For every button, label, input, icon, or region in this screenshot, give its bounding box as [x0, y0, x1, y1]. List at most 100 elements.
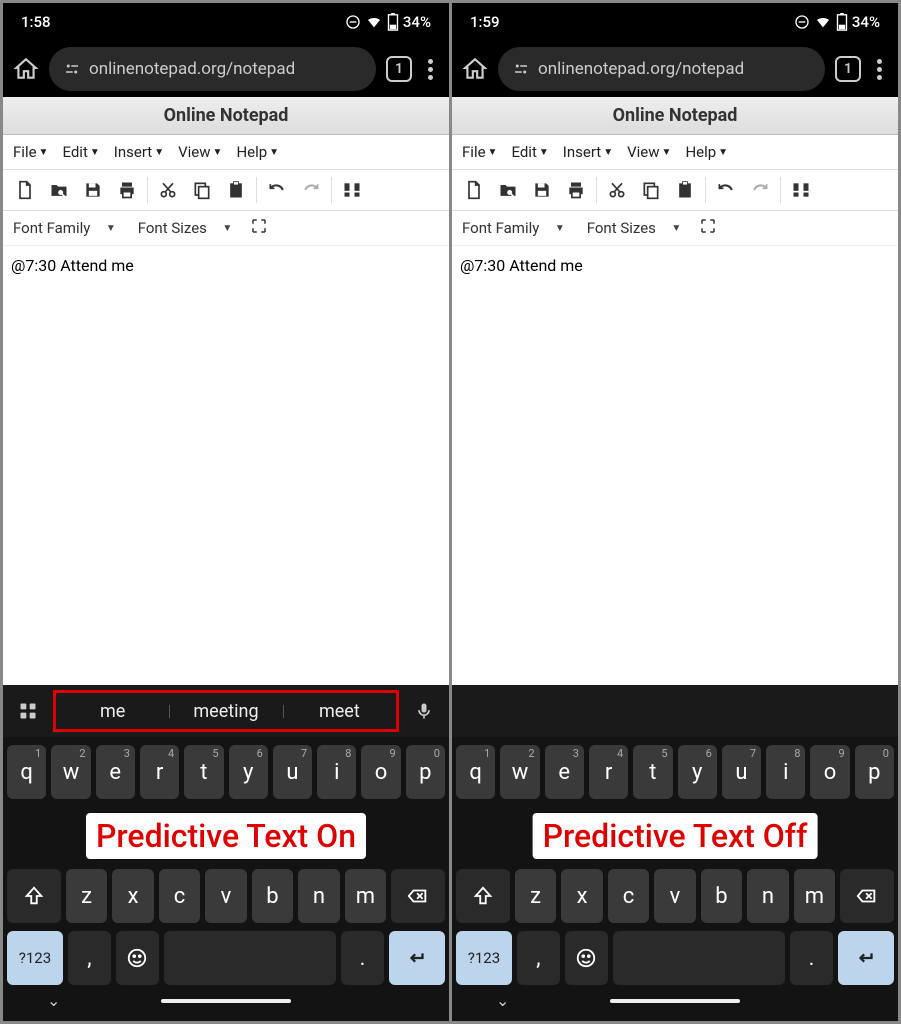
key-e[interactable]: e3 — [96, 745, 135, 799]
grid-icon[interactable] — [9, 692, 47, 730]
enter-key[interactable] — [389, 931, 445, 985]
emoji-key[interactable] — [565, 931, 608, 985]
key-v[interactable]: v — [205, 869, 246, 923]
menu-file[interactable]: File▼ — [462, 143, 497, 161]
key-q[interactable]: q1 — [456, 745, 495, 799]
print-icon[interactable] — [113, 176, 141, 204]
font-size-select[interactable]: Font Sizes ▼ — [138, 219, 233, 237]
key-r[interactable]: r4 — [589, 745, 628, 799]
key-n[interactable]: n — [747, 869, 788, 923]
open-icon[interactable] — [45, 176, 73, 204]
editor-area[interactable]: @7:30 Attend me — [452, 246, 898, 685]
backspace-key[interactable] — [840, 869, 894, 923]
save-icon[interactable] — [79, 176, 107, 204]
save-icon[interactable] — [528, 176, 556, 204]
key-o[interactable]: o9 — [361, 745, 400, 799]
key-i[interactable]: i8 — [317, 745, 356, 799]
font-family-select[interactable]: Font Family ▼ — [462, 219, 565, 237]
redo-icon[interactable] — [746, 176, 774, 204]
key-p[interactable]: p0 — [406, 745, 445, 799]
key-b[interactable]: b — [701, 869, 742, 923]
symbols-key[interactable]: ?123 — [456, 931, 512, 985]
key-c[interactable]: c — [608, 869, 649, 923]
shift-key[interactable] — [7, 869, 61, 923]
menu-insert[interactable]: Insert▼ — [114, 143, 164, 161]
backspace-key[interactable] — [391, 869, 445, 923]
menu-insert[interactable]: Insert▼ — [563, 143, 613, 161]
redo-icon[interactable] — [297, 176, 325, 204]
key-t[interactable]: t5 — [633, 745, 672, 799]
key-n[interactable]: n — [298, 869, 339, 923]
fullscreen-icon[interactable] — [250, 217, 268, 239]
font-size-select[interactable]: Font Sizes ▼ — [587, 219, 682, 237]
suggestion-2[interactable]: meeting — [169, 701, 282, 722]
menu-view[interactable]: View▼ — [627, 143, 671, 161]
find-icon[interactable] — [338, 176, 366, 204]
comma-key[interactable]: , — [68, 931, 111, 985]
nav-pill[interactable] — [161, 999, 291, 1003]
symbols-key[interactable]: ?123 — [7, 931, 63, 985]
period-key[interactable]: . — [341, 931, 384, 985]
key-b[interactable]: b — [252, 869, 293, 923]
tab-count[interactable]: 1 — [835, 56, 861, 82]
key-w[interactable]: w2 — [500, 745, 539, 799]
key-q[interactable]: q1 — [7, 745, 46, 799]
menu-view[interactable]: View▼ — [178, 143, 222, 161]
key-x[interactable]: x — [112, 869, 153, 923]
space-key[interactable] — [613, 931, 785, 985]
tab-count[interactable]: 1 — [386, 56, 412, 82]
chevron-down-icon[interactable]: ⌄ — [47, 991, 60, 1010]
key-y[interactable]: y6 — [678, 745, 717, 799]
mic-icon[interactable] — [405, 692, 443, 730]
key-x[interactable]: x — [561, 869, 602, 923]
comma-key[interactable]: , — [517, 931, 560, 985]
chevron-down-icon[interactable]: ⌄ — [496, 991, 509, 1010]
fullscreen-icon[interactable] — [699, 217, 717, 239]
overflow-menu-icon[interactable] — [871, 59, 888, 80]
key-p[interactable]: p0 — [855, 745, 894, 799]
cut-icon[interactable] — [603, 176, 631, 204]
url-bar[interactable]: onlinenotepad.org/notepad — [498, 47, 825, 91]
home-icon[interactable] — [13, 56, 39, 82]
key-m[interactable]: m — [794, 869, 835, 923]
new-doc-icon[interactable] — [460, 176, 488, 204]
key-w[interactable]: w2 — [51, 745, 90, 799]
space-key[interactable] — [164, 931, 336, 985]
shift-key[interactable] — [456, 869, 510, 923]
key-r[interactable]: r4 — [140, 745, 179, 799]
font-family-select[interactable]: Font Family ▼ — [13, 219, 116, 237]
suggestion-3[interactable]: meet — [283, 701, 396, 722]
key-i[interactable]: i8 — [766, 745, 805, 799]
suggestion-1[interactable]: me — [56, 701, 169, 722]
key-e[interactable]: e3 — [545, 745, 584, 799]
key-z[interactable]: z — [66, 869, 107, 923]
nav-pill[interactable] — [610, 999, 740, 1003]
undo-icon[interactable] — [712, 176, 740, 204]
find-icon[interactable] — [787, 176, 815, 204]
paste-icon[interactable] — [671, 176, 699, 204]
url-bar[interactable]: onlinenotepad.org/notepad — [49, 47, 376, 91]
key-o[interactable]: o9 — [810, 745, 849, 799]
key-t[interactable]: t5 — [184, 745, 223, 799]
emoji-key[interactable] — [116, 931, 159, 985]
cut-icon[interactable] — [154, 176, 182, 204]
key-z[interactable]: z — [515, 869, 556, 923]
menu-edit[interactable]: Edit▼ — [511, 143, 548, 161]
copy-icon[interactable] — [188, 176, 216, 204]
menu-file[interactable]: File▼ — [13, 143, 48, 161]
editor-area[interactable]: @7:30 Attend me — [3, 246, 449, 685]
print-icon[interactable] — [562, 176, 590, 204]
new-doc-icon[interactable] — [11, 176, 39, 204]
key-v[interactable]: v — [654, 869, 695, 923]
paste-icon[interactable] — [222, 176, 250, 204]
key-m[interactable]: m — [345, 869, 386, 923]
copy-icon[interactable] — [637, 176, 665, 204]
key-y[interactable]: y6 — [229, 745, 268, 799]
overflow-menu-icon[interactable] — [422, 59, 439, 80]
key-u[interactable]: u7 — [722, 745, 761, 799]
key-c[interactable]: c — [159, 869, 200, 923]
enter-key[interactable] — [838, 931, 894, 985]
home-icon[interactable] — [462, 56, 488, 82]
menu-edit[interactable]: Edit▼ — [62, 143, 99, 161]
period-key[interactable]: . — [790, 931, 833, 985]
